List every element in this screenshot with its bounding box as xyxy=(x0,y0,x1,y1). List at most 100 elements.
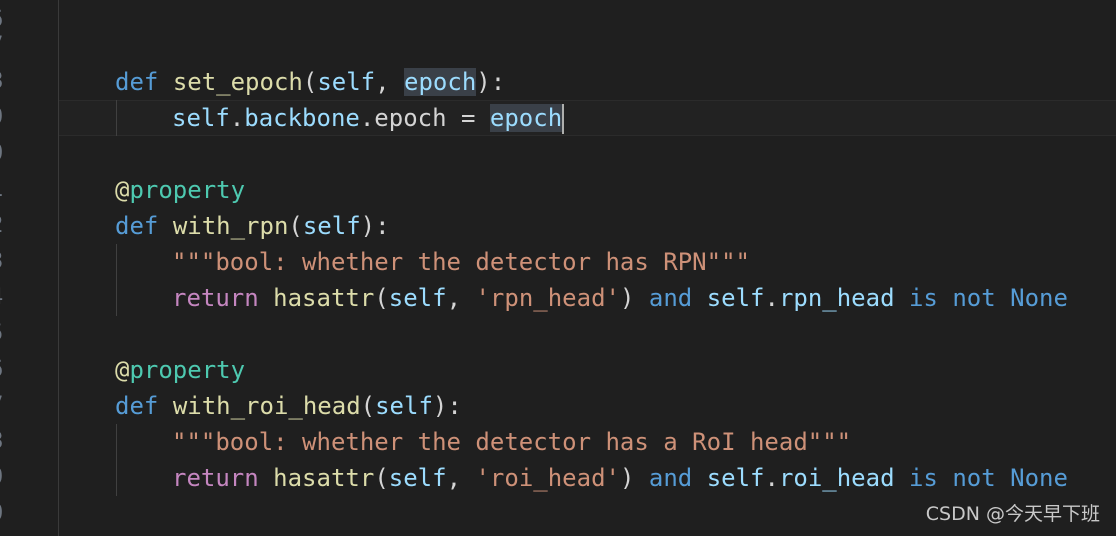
line-number: 8 xyxy=(0,64,10,100)
variable: self xyxy=(706,284,765,312)
code-editor[interactable]: def set_epoch(self, epoch): self.backbon… xyxy=(59,0,1116,536)
code-line[interactable]: @property xyxy=(115,172,245,208)
punctuation: ( xyxy=(374,464,389,492)
string-literal: 'rpn_head' xyxy=(475,284,620,312)
line-number: 1 xyxy=(0,172,10,208)
parameter: self xyxy=(317,68,376,96)
keyword: def xyxy=(115,392,159,420)
keyword-is: is xyxy=(908,284,938,312)
keyword: def xyxy=(115,68,159,96)
code-line[interactable]: return hasattr(self, 'roi_head') and sel… xyxy=(172,460,1068,496)
attribute: backbone xyxy=(244,104,360,132)
punctuation: ) xyxy=(619,284,649,312)
line-number: 8 xyxy=(0,424,10,460)
code-line[interactable]: """bool: whether the detector has RPN""" xyxy=(172,244,750,280)
line-number: 7 xyxy=(0,28,10,64)
punctuation: . xyxy=(764,284,779,312)
keyword-not: not xyxy=(952,284,996,312)
punctuation: ( xyxy=(288,212,303,240)
docstring: """bool: whether the detector has RPN""" xyxy=(172,248,750,276)
code-line[interactable]: return hasattr(self, 'rpn_head') and sel… xyxy=(172,280,1068,316)
keyword-return: return xyxy=(172,284,259,312)
keyword-not: not xyxy=(952,464,996,492)
keyword-and: and xyxy=(648,284,693,312)
csdn-watermark: CSDN @今天早下班 xyxy=(925,503,1100,525)
code-line[interactable]: def set_epoch(self, epoch): xyxy=(115,64,505,100)
line-number: 7 xyxy=(0,388,10,424)
function-name: with_rpn xyxy=(172,212,289,240)
decorator-at: @ xyxy=(115,356,130,384)
punctuation: ( xyxy=(360,392,376,420)
keyword-return: return xyxy=(172,464,259,492)
line-number: 0 xyxy=(0,496,10,532)
code-line[interactable]: @property xyxy=(115,352,245,388)
line-number: 0 xyxy=(0,136,10,172)
line-number-gutter: 6 7 8 9 0 1 2 3 4 5 6 7 8 9 0 xyxy=(0,0,59,536)
punctuation: , xyxy=(446,464,476,492)
punctuation: ( xyxy=(302,68,318,96)
keyword-and: and xyxy=(648,464,693,492)
punctuation: ): xyxy=(476,68,506,96)
function-call: hasattr xyxy=(273,284,375,312)
string-literal: 'roi_head' xyxy=(475,464,620,492)
keyword-is: is xyxy=(908,464,938,492)
indent-guide xyxy=(116,244,117,316)
indent-guide xyxy=(116,100,117,136)
code-line[interactable]: """bool: whether the detector has a RoI … xyxy=(172,424,851,460)
parameter-highlighted: epoch xyxy=(404,68,477,96)
decorator-at: @ xyxy=(115,176,130,204)
punctuation: . xyxy=(764,464,779,492)
decorator-name: property xyxy=(129,176,246,204)
text-cursor xyxy=(562,104,565,134)
attribute: rpn_head xyxy=(778,284,895,312)
line-number: 9 xyxy=(0,100,10,136)
parameter: self xyxy=(302,212,361,240)
variable-highlighted: epoch xyxy=(489,104,563,132)
function-name: set_epoch xyxy=(172,68,303,96)
line-number: 4 xyxy=(0,280,10,316)
variable: self xyxy=(388,464,447,492)
constant-none: None xyxy=(1010,284,1068,312)
decorator-name: property xyxy=(129,356,246,384)
punctuation: ): xyxy=(432,392,462,420)
constant-none: None xyxy=(1010,464,1068,492)
code-text: .epoch = xyxy=(359,104,490,132)
parameter: self xyxy=(375,392,433,420)
function-call: hasattr xyxy=(273,464,375,492)
variable: self xyxy=(706,464,765,492)
punctuation: , xyxy=(446,284,476,312)
punctuation: , xyxy=(375,68,405,96)
attribute: roi_head xyxy=(778,464,895,492)
punctuation: ( xyxy=(374,284,389,312)
punctuation: . xyxy=(229,104,245,132)
code-line[interactable]: def with_rpn(self): xyxy=(115,208,390,244)
punctuation: ) xyxy=(619,464,649,492)
keyword: def xyxy=(115,212,159,240)
variable: self xyxy=(172,104,230,132)
line-number: 5 xyxy=(0,316,10,352)
line-number: 2 xyxy=(0,208,10,244)
indent-guide xyxy=(116,424,117,496)
punctuation: ): xyxy=(360,212,390,240)
line-number: 6 xyxy=(0,352,10,388)
code-line[interactable]: def with_roi_head(self): xyxy=(115,388,462,424)
line-number: 9 xyxy=(0,460,10,496)
docstring: """bool: whether the detector has a RoI … xyxy=(172,428,852,456)
function-name: with_roi_head xyxy=(172,392,361,420)
line-number: 3 xyxy=(0,244,10,280)
variable: self xyxy=(388,284,447,312)
code-line-active[interactable]: self.backbone.epoch = epoch xyxy=(172,100,565,136)
